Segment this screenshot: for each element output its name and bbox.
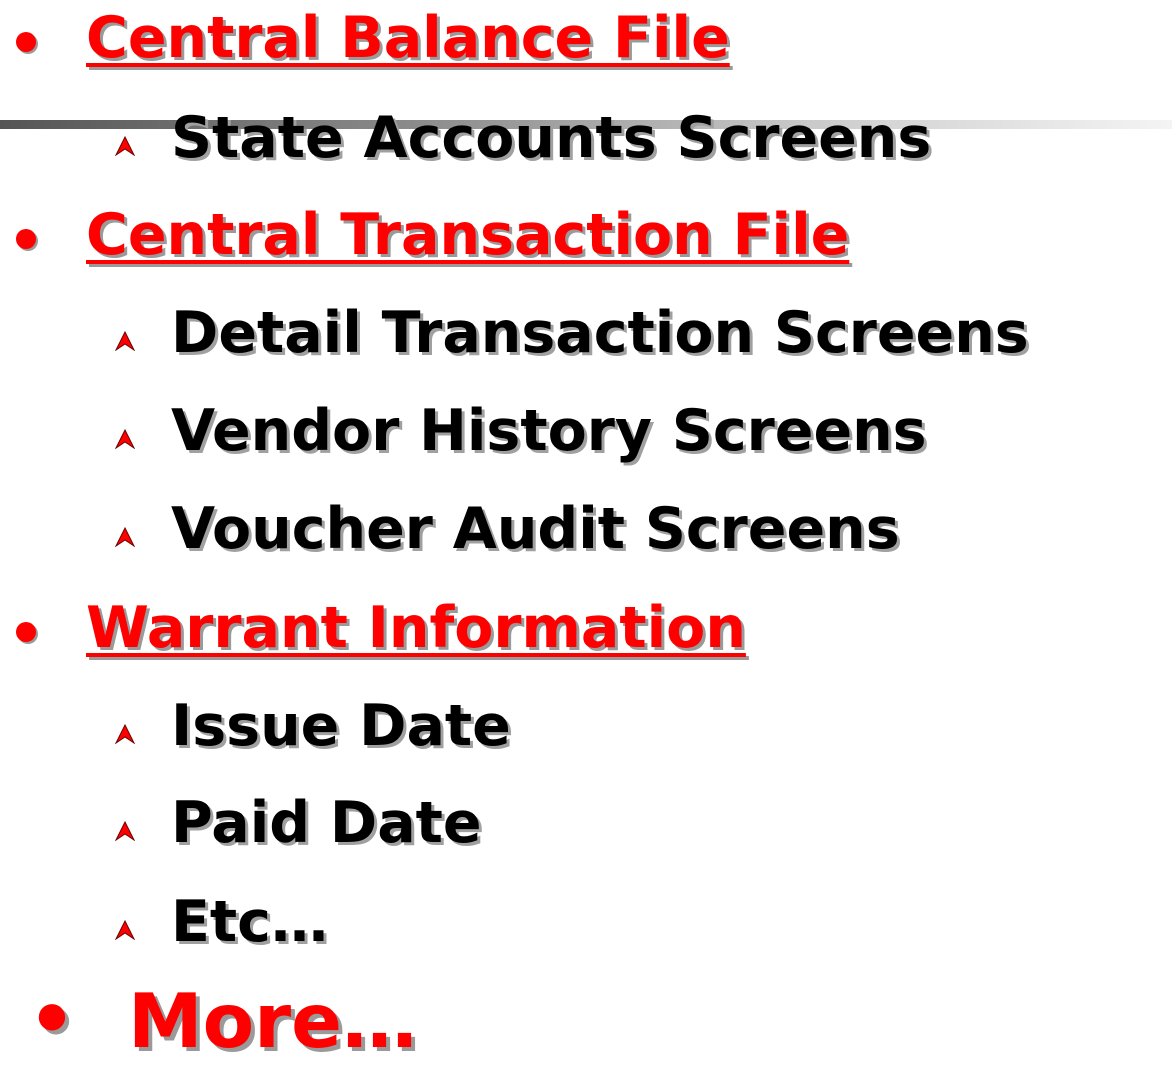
more-label: More… [128,977,418,1065]
arrowhead-bullet-icon [115,527,135,547]
round-bullet-icon [16,32,36,52]
sub-item-label: Etc… [171,889,328,955]
sub-item-label: Issue Date [171,693,511,759]
arrowhead-bullet-icon [115,429,135,449]
arrowhead-bullet-icon [115,920,135,940]
arrowhead-bullet-icon [115,136,135,156]
arrowhead-bullet-icon [115,724,135,744]
link-central-transaction-file[interactable]: Central Transaction File [86,207,849,264]
link-central-balance-file[interactable]: Central Balance File [86,10,730,67]
sub-item-label: State Accounts Screens [171,105,932,171]
round-bullet-icon [16,622,36,642]
sub-item-label: Vendor History Screens [171,398,927,464]
sub-item-label: Voucher Audit Screens [171,496,900,562]
link-warrant-information[interactable]: Warrant Information [86,600,746,657]
arrowhead-bullet-icon [115,821,135,841]
sub-item-label: Detail Transaction Screens [171,300,1029,366]
sub-item-label: Paid Date [171,790,482,856]
round-bullet-icon [16,229,36,249]
bullet-icon: • [28,975,76,1063]
arrowhead-bullet-icon [115,331,135,351]
